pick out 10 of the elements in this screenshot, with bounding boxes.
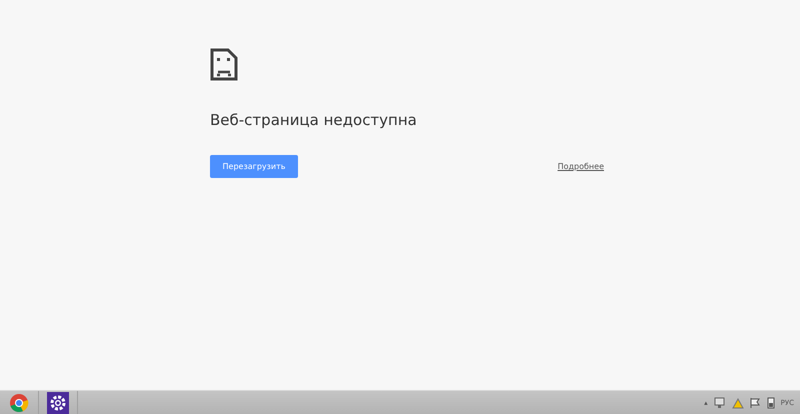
sad-page-icon — [210, 48, 238, 81]
browser-icon[interactable] — [9, 392, 29, 412]
warning-icon[interactable] — [732, 396, 744, 408]
flag-icon[interactable] — [748, 396, 761, 408]
network-icon[interactable] — [712, 396, 727, 408]
settings-icon[interactable] — [47, 392, 69, 414]
details-link[interactable]: Подробнее — [558, 162, 604, 171]
battery-icon[interactable] — [766, 396, 776, 408]
error-title: Веб-страница недоступна — [210, 111, 418, 129]
reload-button[interactable]: Перезагрузить — [210, 155, 298, 178]
